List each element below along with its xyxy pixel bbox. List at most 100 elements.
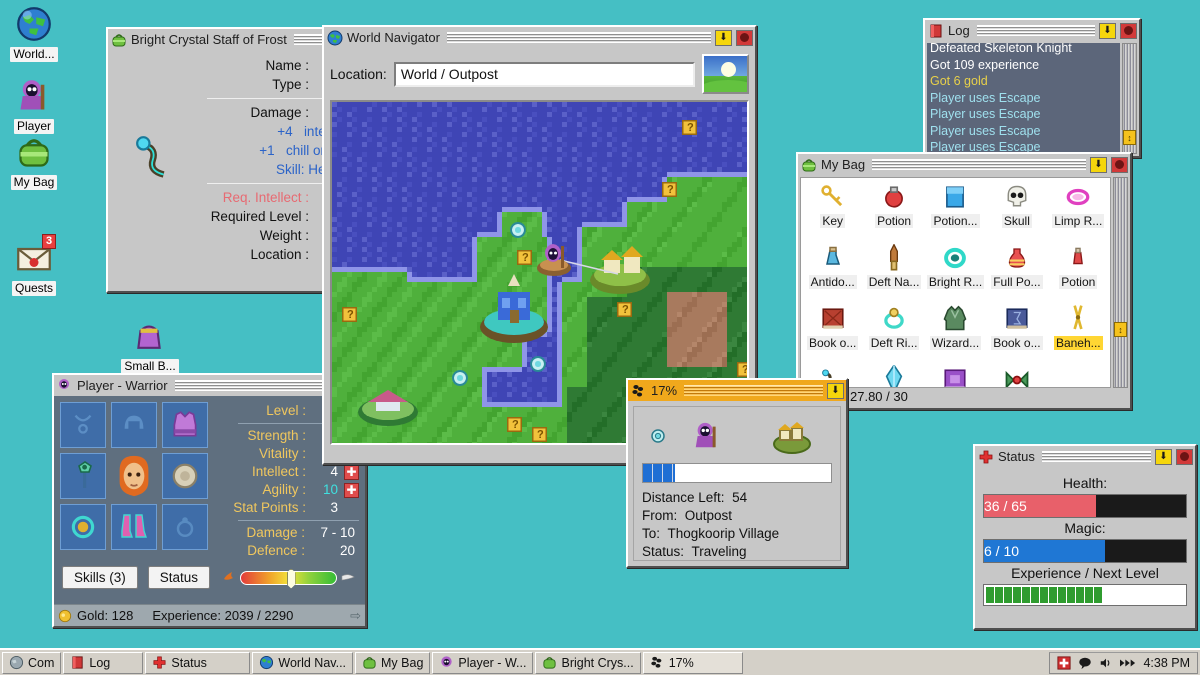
bag-item[interactable]: Full Po... [986, 239, 1047, 300]
status-button[interactable]: Status [148, 566, 210, 589]
taskbar-item-status[interactable]: Status [145, 652, 250, 674]
log-window-titlebar[interactable]: Log ⬇ [925, 20, 1139, 41]
increase-intellect-button[interactable]: ✚ [344, 465, 359, 480]
desktop-icon-mybag[interactable]: My Bag [2, 134, 66, 191]
log-scrollbar[interactable]: ↕ [1122, 43, 1137, 154]
desktop-icon-world[interactable]: World... [2, 6, 66, 63]
gold-coin-icon [58, 609, 72, 623]
bag-item-label: Skull [1002, 214, 1032, 228]
taskbar-item-log[interactable]: Log [63, 652, 143, 674]
player-window[interactable]: Player - Warrior [52, 373, 367, 628]
bag-item[interactable]: King's ... [986, 361, 1047, 388]
titlebar-grip[interactable] [1042, 451, 1151, 462]
travel-window[interactable]: 17% ⬇ [626, 378, 848, 568]
status-window[interactable]: Status ⬇ Health: 36 / 65 Magic: 6 / 10 E… [973, 444, 1197, 630]
bag-item[interactable]: Baneh... [1048, 300, 1109, 361]
warrior-portrait-icon[interactable] [111, 453, 157, 499]
bag-item[interactable]: Potion... [925, 178, 986, 239]
log-window[interactable]: Log ⬇ Defeated Skeleton Knight Got 109 e… [923, 18, 1141, 158]
equipment-grid[interactable] [60, 402, 208, 560]
close-button[interactable] [1176, 449, 1193, 465]
green-robe-icon [925, 302, 986, 336]
expand-arrow-icon[interactable]: ⇨ [350, 608, 361, 624]
alignment-track[interactable] [240, 571, 337, 585]
scrollbar-thumb[interactable]: ↕ [1114, 322, 1127, 337]
desktop-icon-quests[interactable]: 3 Quests [2, 240, 66, 297]
bag-item[interactable]: Limp R... [1048, 178, 1109, 239]
fast-forward-icon[interactable] [1120, 657, 1136, 669]
bag-item-label: Book o... [991, 336, 1042, 350]
bag-item[interactable]: Book o... [986, 300, 1047, 361]
armor-slot[interactable] [162, 402, 208, 448]
titlebar-grip[interactable] [447, 32, 711, 43]
desktop-icon-label: Player [14, 119, 54, 134]
location-input[interactable]: World / Outpost [394, 62, 695, 87]
boots-slot[interactable] [111, 504, 157, 550]
desktop: World... Player My Bag [0, 0, 1200, 675]
offhand-slot[interactable] [162, 504, 208, 550]
minimize-button[interactable]: ⬇ [827, 383, 844, 399]
blue-book-icon [986, 302, 1047, 336]
log-window-body: Defeated Skeleton Knight Got 109 experie… [925, 41, 1139, 156]
bag-item[interactable]: Deft Na... [863, 239, 924, 300]
my-bag-window[interactable]: My Bag ⬇ KeyPotionPotion...SkullLimp R..… [796, 152, 1132, 410]
taskbar-item-travel[interactable]: 17% [643, 652, 743, 674]
desktop-icon-player[interactable]: Player [2, 78, 66, 135]
scrollbar-thumb[interactable]: ↕ [1123, 130, 1136, 145]
bag-item[interactable]: Wizard... [925, 300, 986, 361]
status-window-titlebar[interactable]: Status ⬇ [975, 446, 1195, 467]
bag-item[interactable]: Book o... [802, 300, 863, 361]
bag-item[interactable]: Skull [986, 178, 1047, 239]
experience-tick [1094, 587, 1102, 603]
bag-item[interactable]: Book o... [925, 361, 986, 388]
titlebar-grip[interactable] [872, 159, 1086, 170]
alignment-meter[interactable] [220, 569, 357, 586]
speech-bubble-icon[interactable] [1078, 656, 1092, 670]
taskbar-item-bright-crystal[interactable]: Bright Crys... [535, 652, 640, 674]
bag-window-titlebar[interactable]: My Bag ⬇ [798, 154, 1130, 175]
taskbar-item-my-bag[interactable]: My Bag [355, 652, 430, 674]
log-lines[interactable]: Defeated Skeleton Knight Got 109 experie… [927, 43, 1120, 154]
minimize-button[interactable]: ⬇ [715, 30, 732, 46]
bag-item[interactable]: Way C... [863, 361, 924, 388]
weapon-slot[interactable] [60, 453, 106, 499]
desktop-icon-smallbag[interactable]: Small B... [118, 318, 182, 375]
necklace-slot[interactable] [60, 402, 106, 448]
minimize-button[interactable]: ⬇ [1155, 449, 1172, 465]
close-button[interactable] [1111, 157, 1128, 173]
skills-button[interactable]: Skills (3) [62, 566, 138, 589]
increase-agility-button[interactable]: ✚ [344, 483, 359, 498]
alignment-knob[interactable] [287, 569, 296, 589]
taskbar-item-com[interactable]: Com [2, 652, 61, 674]
bag-item[interactable]: Potion [1048, 239, 1109, 300]
player-window-titlebar[interactable]: Player - Warrior [54, 375, 365, 396]
minimize-button[interactable]: ⬇ [1099, 23, 1116, 39]
titlebar-grip[interactable] [977, 25, 1095, 36]
bag-item[interactable]: Key [802, 178, 863, 239]
world-window-titlebar[interactable]: World Navigator ⬇ [324, 27, 755, 48]
titlebar-grip[interactable] [684, 385, 823, 396]
system-tray[interactable]: 4:38 PM [1049, 652, 1198, 674]
stat-damage: Damage : 7 - 10 [216, 524, 359, 542]
bag-item[interactable]: Bright R... [925, 239, 986, 300]
bag-scrollbar[interactable]: ↕ [1113, 177, 1128, 388]
travel-window-titlebar[interactable]: 17% ⬇ [628, 380, 846, 401]
minimize-button[interactable]: ⬇ [1090, 157, 1107, 173]
taskbar-item-world-nav[interactable]: World Nav... [252, 652, 353, 674]
volume-icon[interactable] [1099, 656, 1113, 670]
bag-item[interactable]: Potion [863, 178, 924, 239]
close-button[interactable] [1120, 23, 1137, 39]
crystal-icon [863, 363, 924, 388]
ring-slot[interactable] [60, 504, 106, 550]
helmet-slot[interactable] [111, 402, 157, 448]
red-cross-tray-icon[interactable] [1057, 656, 1071, 670]
close-button[interactable] [736, 30, 753, 46]
experience-tick [1004, 587, 1012, 603]
bag-item-grid[interactable]: KeyPotionPotion...SkullLimp R...Antido..… [800, 177, 1111, 388]
taskbar[interactable]: Com Log Status [0, 648, 1200, 675]
taskbar-item-player[interactable]: Player - W... [432, 652, 533, 674]
stat-key: Defence : [247, 542, 305, 560]
bag-item[interactable]: Deft Ri... [863, 300, 924, 361]
shield-slot[interactable] [162, 453, 208, 499]
bag-item[interactable]: Antido... [802, 239, 863, 300]
